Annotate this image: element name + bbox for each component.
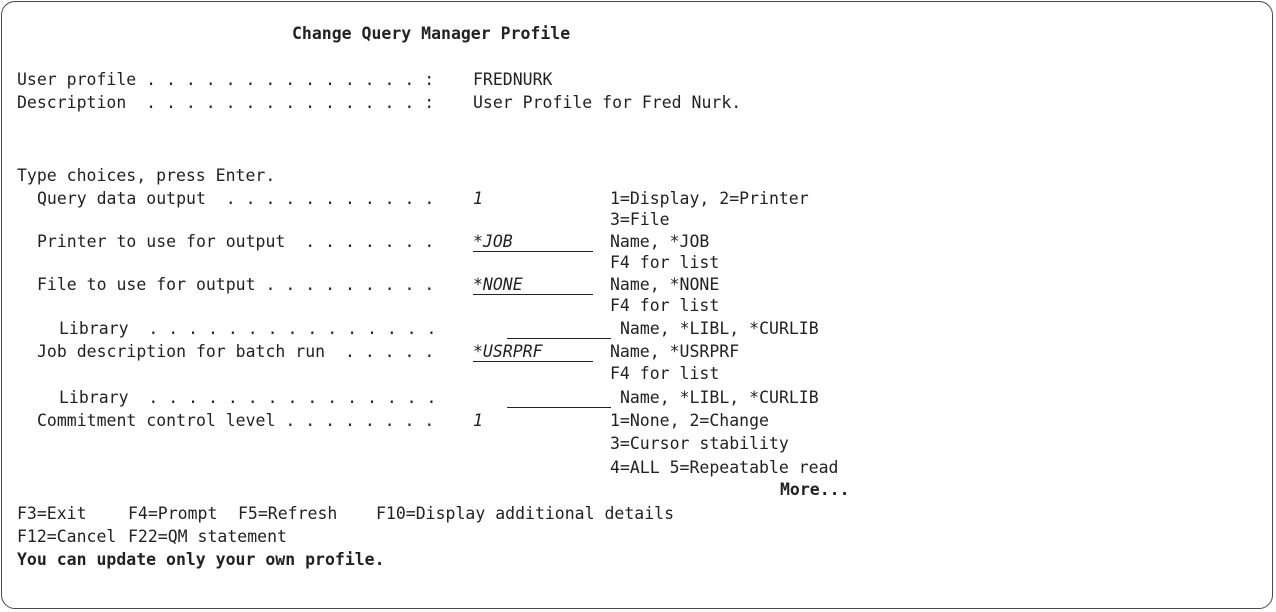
f12-cancel-key[interactable]: F12=Cancel [17, 527, 116, 546]
description-label: Description . . . . . . . . . . . . . . … [17, 93, 435, 112]
job-description-hint-2: F4 for list [610, 364, 720, 383]
field-label-commitment-control: Commitment control level . . . . . . . . [37, 411, 435, 430]
query-data-output-hint: 1=Display, 2=Printer [610, 189, 809, 208]
job-description-input[interactable]: *USRPRF [473, 342, 593, 362]
field-label-printer: Printer to use for output . . . . . . . [37, 232, 435, 251]
f3-exit-key[interactable]: F3=Exit [17, 504, 87, 523]
field-label-file: File to use for output . . . . . . . . . [37, 275, 435, 294]
user-profile-value: FREDNURK [473, 70, 553, 89]
query-data-output-hint-2: 3=File [610, 210, 670, 229]
printer-input-value: *JOB [473, 232, 513, 251]
instruction-text: Type choices, press Enter. [17, 166, 276, 185]
f5-refresh-key[interactable]: F5=Refresh [238, 504, 337, 523]
printer-hint-2: F4 for list [610, 253, 720, 272]
job-description-hint: Name, *USRPRF [610, 342, 740, 361]
commitment-control-input[interactable]: 1 [473, 411, 483, 430]
job-library-input[interactable] [507, 388, 611, 408]
user-profile-label: User profile . . . . . . . . . . . . . .… [17, 70, 435, 89]
f4-prompt-key[interactable]: F4=Prompt [128, 504, 217, 523]
description-value: User Profile for Fred Nurk. [473, 93, 742, 112]
more-indicator[interactable]: More... [780, 480, 850, 499]
file-library-hint: Name, *LIBL, *CURLIB [620, 319, 819, 338]
file-hint: Name, *NONE [610, 275, 720, 294]
commitment-control-hint-3: 4=ALL 5=Repeatable read [610, 458, 839, 477]
field-label-job-library: Library . . . . . . . . . . . . . . . [59, 388, 437, 407]
field-label-job-description: Job description for batch run . . . . . [37, 342, 435, 361]
query-data-output-input[interactable]: 1 [473, 189, 483, 208]
status-message: You can update only your own profile. [17, 550, 385, 569]
screen-title: Change Query Manager Profile [292, 24, 571, 43]
file-hint-2: F4 for list [610, 296, 720, 315]
terminal-screen: Change Query Manager Profile User profil… [1, 1, 1273, 609]
job-description-input-value: *USRPRF [473, 342, 543, 361]
field-label-file-library: Library . . . . . . . . . . . . . . . [59, 319, 437, 338]
f10-details-key[interactable]: F10=Display additional details [376, 504, 674, 523]
file-input-value: *NONE [473, 275, 523, 294]
commitment-control-hint-2: 3=Cursor stability [610, 434, 789, 453]
field-label-query-data-output: Query data output . . . . . . . . . . . [37, 189, 435, 208]
file-input[interactable]: *NONE [473, 275, 593, 295]
printer-hint: Name, *JOB [610, 232, 710, 251]
commitment-control-hint: 1=None, 2=Change [610, 411, 769, 430]
file-library-input[interactable] [507, 319, 611, 339]
printer-input[interactable]: *JOB [473, 232, 593, 252]
job-library-hint: Name, *LIBL, *CURLIB [620, 388, 819, 407]
f22-qm-statement-key[interactable]: F22=QM statement [128, 527, 287, 546]
